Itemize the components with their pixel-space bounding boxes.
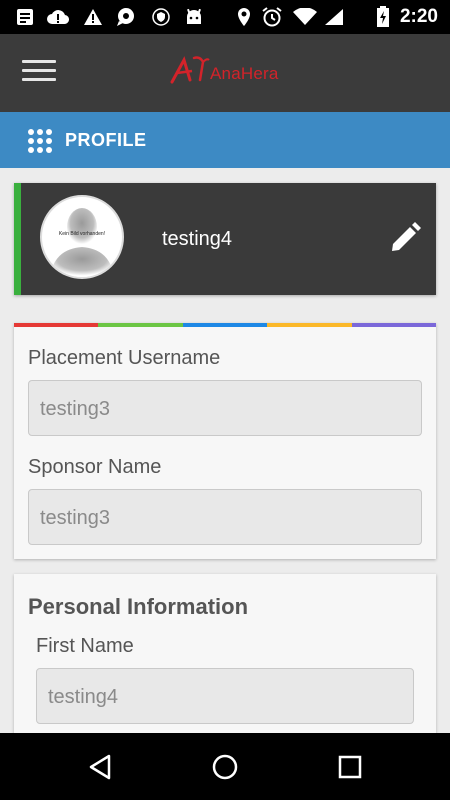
strip-segment (267, 323, 352, 327)
strip-segment (182, 323, 268, 327)
chat-icon (115, 6, 137, 28)
status-time: 2:20 (399, 6, 438, 27)
vpn-shield-icon (150, 6, 172, 28)
color-strip (14, 323, 437, 327)
pencil-icon[interactable] (388, 221, 422, 255)
app-logo: AnaHera (170, 52, 290, 92)
strip-segment (14, 323, 99, 327)
home-icon[interactable] (209, 751, 241, 783)
personal-info-card: Personal Information First Name testing4 (14, 574, 436, 744)
signal-icon (323, 6, 345, 28)
section-title: PROFILE (65, 130, 147, 150)
first-name-label: First Name (36, 635, 134, 657)
status-bar: 2:20 (0, 0, 450, 34)
navigation-bar (0, 733, 450, 800)
android-icon (183, 6, 205, 28)
notification-icon (14, 6, 36, 28)
warning-icon (82, 6, 104, 28)
recents-icon[interactable] (334, 751, 366, 783)
sponsor-name-label: Sponsor Name (28, 456, 162, 478)
section-header: PROFILE (0, 112, 450, 168)
battery-charging-icon (372, 6, 394, 28)
avatar-placeholder-icon (50, 208, 114, 277)
alarm-icon (261, 6, 283, 28)
grid-dots-icon[interactable] (28, 129, 52, 153)
strip-segment (98, 323, 183, 327)
wifi-icon (292, 6, 318, 28)
placement-username-label: Placement Username (28, 347, 221, 369)
sponsor-card: Placement Username testing3 Sponsor Name… (14, 323, 437, 559)
logo-text: AnaHera (210, 64, 279, 83)
profile-name: testing4 (162, 228, 233, 250)
personal-info-heading: Personal Information (28, 594, 249, 619)
placement-username-field[interactable]: testing3 (28, 380, 422, 436)
location-icon (233, 6, 255, 28)
sponsor-name-field[interactable]: testing3 (28, 489, 422, 545)
cloud-alert-icon (47, 6, 69, 28)
hamburger-menu-icon[interactable] (22, 60, 56, 86)
back-icon[interactable] (84, 751, 116, 783)
profile-card: Kein Bild vorhanden! testing4 (14, 183, 436, 295)
app-bar: AnaHera (0, 34, 450, 112)
strip-segment (351, 323, 437, 327)
avatar[interactable]: Kein Bild vorhanden! (40, 195, 124, 279)
logo-mark-icon (170, 56, 210, 84)
avatar-text: Kein Bild vorhanden! (58, 231, 106, 237)
first-name-field[interactable]: testing4 (36, 668, 414, 724)
